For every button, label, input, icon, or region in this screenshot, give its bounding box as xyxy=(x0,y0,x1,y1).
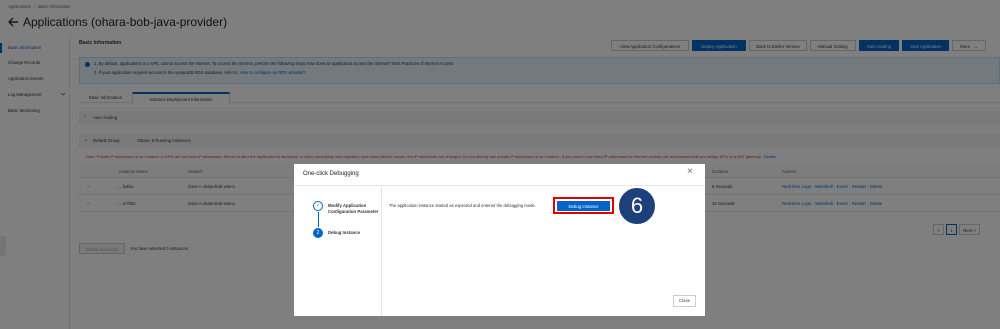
step-2-number-icon: 2 xyxy=(313,228,323,238)
step-2-label: Debug Instance xyxy=(328,230,360,235)
steps-panel: ✓ Modify Application Configuration Param… xyxy=(294,186,382,316)
close-icon[interactable]: × xyxy=(687,166,693,177)
debug-instance-button[interactable]: Debug Instance xyxy=(557,201,610,211)
debug-message: The application instance started as expe… xyxy=(389,203,536,208)
step-1-label: Modify Application Configuration Paramet… xyxy=(328,203,379,214)
modal-title: One-click Debugging xyxy=(303,171,359,177)
step-connector xyxy=(318,212,319,227)
step-1-complete-icon: ✓ xyxy=(313,201,323,211)
step-number-marker: 6 xyxy=(617,186,657,226)
close-button[interactable]: Close xyxy=(673,295,696,307)
